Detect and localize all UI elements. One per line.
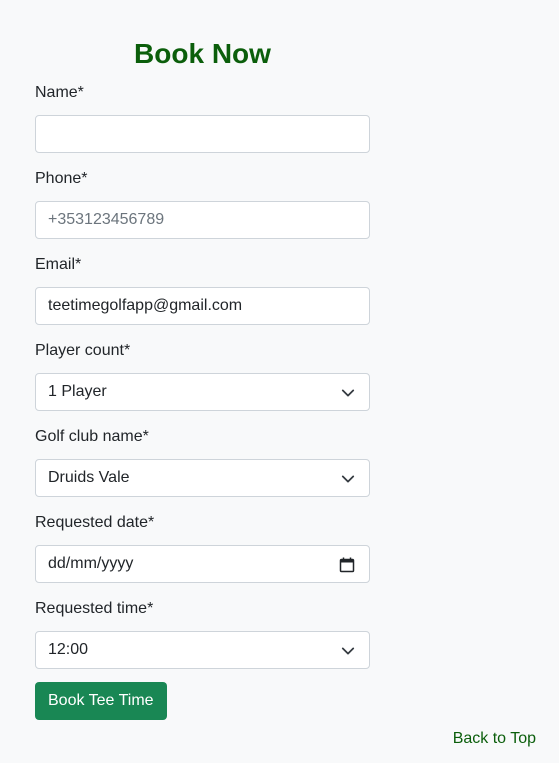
requested-time-label: Requested time*: [35, 600, 154, 617]
name-field-group: Name*: [35, 83, 370, 153]
golf-club-label: Golf club name*: [35, 428, 149, 445]
phone-input[interactable]: +353123456789: [35, 201, 370, 239]
player-count-label: Player count*: [35, 342, 131, 359]
name-input[interactable]: [35, 115, 370, 153]
email-label: Email*: [35, 256, 82, 273]
chevron-down-icon: [341, 647, 355, 655]
golf-club-field-group: Golf club name* Druids Vale: [35, 427, 370, 497]
email-input[interactable]: teetimegolfapp@gmail.com: [35, 287, 370, 325]
booking-page: Book Now Name* Phone* +353123456789 Emai…: [0, 0, 559, 763]
player-count-value: 1 Player: [48, 383, 107, 400]
requested-date-field-group: Requested date* dd/mm/yyyy: [35, 513, 370, 583]
requested-date-input[interactable]: dd/mm/yyyy: [35, 545, 370, 583]
golf-club-select[interactable]: Druids Vale: [35, 459, 370, 497]
requested-date-label: Requested date*: [35, 514, 155, 531]
name-label: Name*: [35, 84, 84, 101]
page-title: Book Now: [134, 38, 271, 69]
golf-club-value: Druids Vale: [48, 469, 130, 486]
back-to-top-link[interactable]: Back to Top: [453, 729, 536, 749]
requested-date-placeholder: dd/mm/yyyy: [48, 555, 134, 572]
email-field-group: Email* teetimegolfapp@gmail.com: [35, 255, 370, 325]
requested-time-value: 12:00: [48, 641, 89, 658]
email-value: teetimegolfapp@gmail.com: [48, 297, 243, 314]
chevron-down-icon: [341, 389, 355, 397]
requested-time-select[interactable]: 12:00: [35, 631, 370, 669]
phone-placeholder: +353123456789: [48, 211, 165, 228]
player-count-field-group: Player count* 1 Player: [35, 341, 370, 411]
requested-time-field-group: Requested time* 12:00: [35, 599, 370, 669]
chevron-down-icon: [341, 475, 355, 483]
phone-label: Phone*: [35, 170, 88, 187]
player-count-select[interactable]: 1 Player: [35, 373, 370, 411]
calendar-icon[interactable]: [339, 557, 355, 573]
book-tee-time-button[interactable]: Book Tee Time: [35, 682, 167, 720]
phone-field-group: Phone* +353123456789: [35, 169, 370, 239]
